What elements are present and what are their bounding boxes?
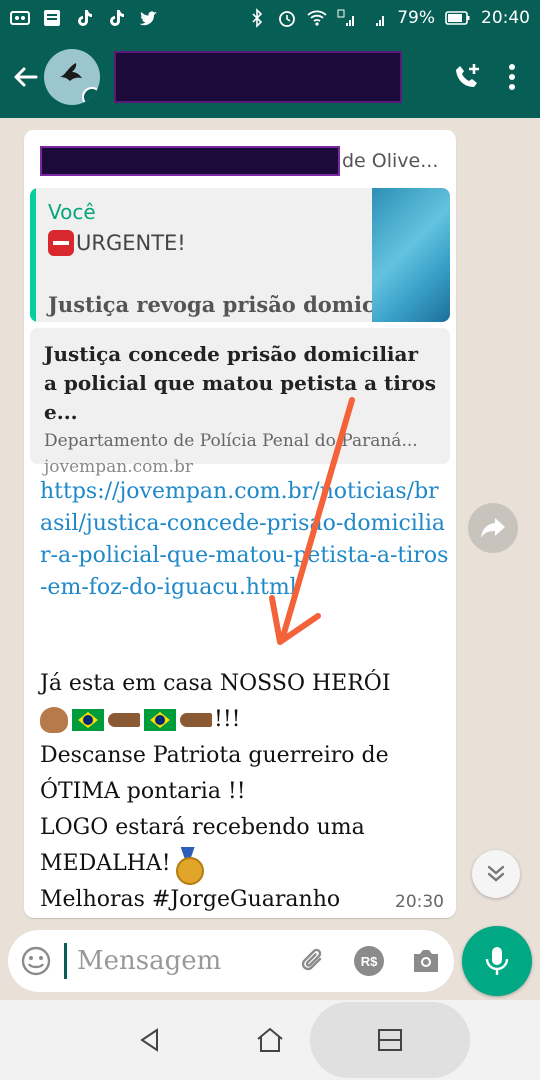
message-link[interactable]: https://jovempan.com.br/noticias/brasil/… <box>40 476 450 604</box>
preview-description: Departamento de Polícia Penal do Paraná.… <box>44 431 418 451</box>
bluetooth-icon <box>252 8 263 28</box>
quote-urgent-text: URGENTE! <box>76 231 186 255</box>
voice-message-button[interactable] <box>462 926 532 996</box>
pointing-right-icon <box>180 713 212 727</box>
text-line: MEDALHA! <box>40 851 171 876</box>
emoji-line: !!! <box>40 702 450 738</box>
text-line: Melhoras #JorgeGuaranho <box>40 887 341 912</box>
message-time: 20:30 <box>395 892 444 912</box>
alarm-icon <box>279 11 296 27</box>
message-icon <box>44 10 60 26</box>
battery-percent: 79% <box>397 8 435 28</box>
message-input-container[interactable]: R$ <box>8 930 454 992</box>
preview-title: Justiça concede prisão domiciliar a poli… <box>44 342 437 424</box>
text-line: ÓTIMA pontaria !! <box>40 779 246 804</box>
text-line: Já esta em casa NOSSO HERÓI <box>40 671 391 696</box>
battery-icon <box>445 11 470 25</box>
message-bubble[interactable]: de Olive... Você URGENTE! Justiça revoga… <box>24 130 456 918</box>
scroll-to-bottom-button[interactable] <box>472 850 520 898</box>
status-badge <box>82 87 100 105</box>
sender-name-suffix: de Olive... <box>342 150 439 172</box>
preview-domain: jovempan.com.br <box>44 457 193 477</box>
nav-back-icon <box>140 1028 158 1052</box>
clock: 20:40 <box>481 8 530 28</box>
voicemail-icon <box>10 11 30 25</box>
link-preview[interactable]: Justiça concede prisão domiciliar a poli… <box>30 328 450 477</box>
attach-icon[interactable] <box>298 946 328 976</box>
nav-recents-button[interactable] <box>370 1020 410 1060</box>
pointing-right-icon <box>108 713 140 727</box>
quote-urgent-line: URGENTE! <box>48 230 186 256</box>
double-chevron-down-icon <box>487 865 505 882</box>
signal-1-icon <box>337 9 355 26</box>
status-bar: 79% 20:40 <box>0 0 540 36</box>
text-line: Descanse Patriota guerreiro de <box>40 743 389 768</box>
clapping-hands-icon <box>40 707 68 733</box>
avatar[interactable] <box>44 49 100 105</box>
nav-back-button[interactable] <box>130 1020 170 1060</box>
emoji-icon[interactable] <box>20 945 52 977</box>
text-cursor <box>64 943 67 979</box>
bird-icon <box>60 63 82 81</box>
quote-title: Justiça revoga prisão domic... <box>48 292 397 317</box>
more-options-icon[interactable] <box>508 63 516 91</box>
add-call-icon[interactable] <box>452 62 482 92</box>
tiktok-icon <box>110 10 124 26</box>
medal-icon <box>175 847 204 885</box>
no-entry-icon <box>48 230 74 256</box>
signal-2-icon <box>376 16 385 26</box>
forwarded-sender: de Olive... <box>40 146 440 176</box>
redacted-contact-name[interactable] <box>114 51 402 103</box>
chat-header <box>0 36 540 118</box>
quote-thumbnail <box>372 188 450 322</box>
redacted-sender-name <box>40 146 340 176</box>
quoted-message[interactable]: Você URGENTE! Justiça revoga prisão domi… <box>30 188 450 322</box>
message-text: Já esta em casa NOSSO HERÓI !!! Descanse… <box>40 666 450 918</box>
camera-icon[interactable] <box>410 947 442 975</box>
microphone-icon <box>485 947 509 975</box>
text-line: LOGO estará recebendo uma <box>40 815 365 840</box>
nav-recents-icon <box>378 1029 402 1051</box>
brazil-flag-icon <box>144 709 176 731</box>
quote-author: Você <box>48 200 96 224</box>
text-line: !!! <box>214 707 241 732</box>
chat-area[interactable]: de Olive... Você URGENTE! Justiça revoga… <box>0 118 540 926</box>
nav-home-icon <box>257 1027 283 1052</box>
forward-button[interactable] <box>468 503 518 553</box>
quote-accent-bar <box>30 188 36 322</box>
arrow-back-icon <box>14 67 38 87</box>
brazil-flag-icon <box>72 709 104 731</box>
twitter-icon <box>139 11 157 26</box>
composer: R$ <box>0 926 540 1000</box>
system-navigation-bar <box>0 1000 540 1080</box>
forward-icon <box>481 518 505 538</box>
medal-line: MEDALHA! <box>40 846 450 885</box>
message-input[interactable] <box>77 946 257 976</box>
nav-home-button[interactable] <box>250 1020 290 1060</box>
back-button[interactable] <box>8 57 42 97</box>
wifi-icon <box>307 10 327 26</box>
tiktok-icon <box>78 10 92 26</box>
payment-icon[interactable]: R$ <box>354 946 384 976</box>
